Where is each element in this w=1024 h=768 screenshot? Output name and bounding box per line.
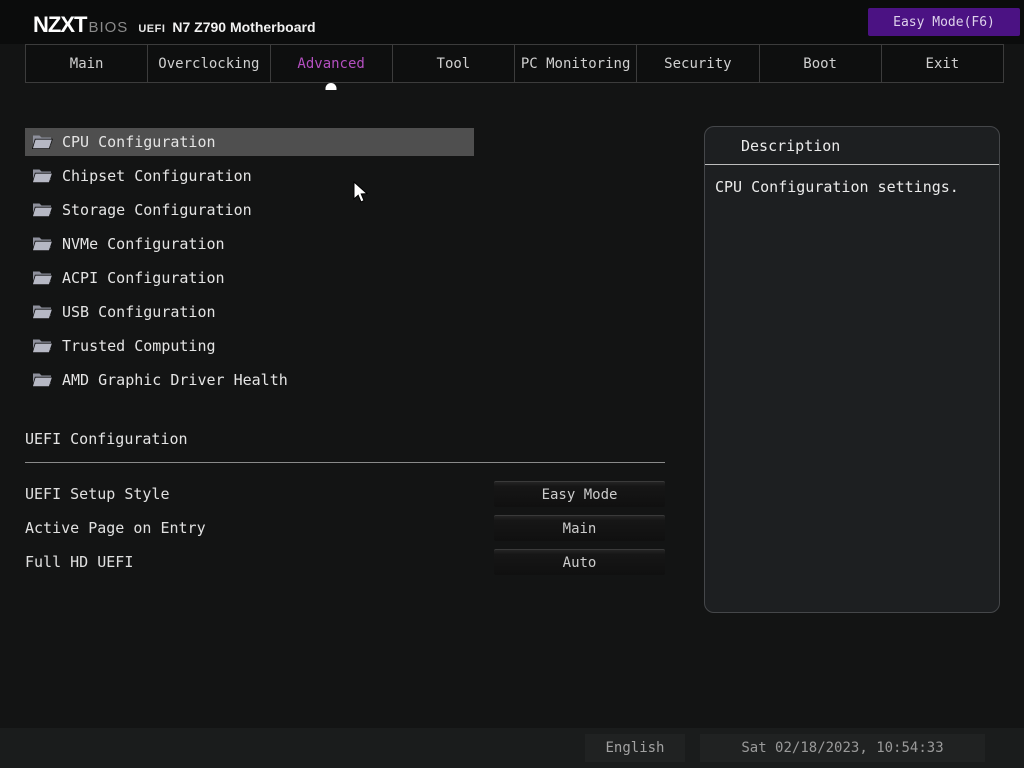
menu-item-label: NVMe Configuration: [62, 235, 225, 253]
menu-item-storage-configuration[interactable]: Storage Configuration: [25, 196, 474, 224]
menu-item-label: CPU Configuration: [62, 133, 216, 151]
menu-item-label: Storage Configuration: [62, 201, 252, 219]
menu-item-label: ACPI Configuration: [62, 269, 225, 287]
menu-item-nvme-configuration[interactable]: NVMe Configuration: [25, 230, 474, 258]
menu-item-cpu-configuration[interactable]: CPU Configuration: [25, 128, 474, 156]
language-selector[interactable]: English: [585, 734, 685, 762]
tab-security[interactable]: Security: [637, 45, 759, 82]
advanced-menu-list: CPU Configuration Chipset Configuration …: [25, 128, 474, 400]
footer-bar: English Sat 02/18/2023, 10:54:33: [0, 728, 1024, 768]
uefi-setup-style-value-button[interactable]: Easy Mode: [494, 481, 665, 507]
board-name: N7 Z790 Motherboard: [172, 19, 315, 35]
setting-label: Active Page on Entry: [25, 515, 206, 541]
folder-icon: [32, 134, 53, 150]
active-page-on-entry-value-button[interactable]: Main: [494, 515, 665, 541]
description-panel-title: Description: [705, 127, 999, 165]
tab-pc-monitoring[interactable]: PC Monitoring: [515, 45, 637, 82]
tab-tool[interactable]: Tool: [393, 45, 515, 82]
menu-item-label: Trusted Computing: [62, 337, 216, 355]
menu-item-amd-graphic-driver-health[interactable]: AMD Graphic Driver Health: [25, 366, 474, 394]
description-panel: Description CPU Configuration settings.: [704, 126, 1000, 613]
tab-overclocking[interactable]: Overclocking: [148, 45, 270, 82]
tab-boot[interactable]: Boot: [760, 45, 882, 82]
top-header: NZXT BIOS UEFI N7 Z790 Motherboard Easy …: [0, 0, 1024, 44]
tab-advanced-label: Advanced: [297, 56, 364, 72]
folder-icon: [32, 236, 53, 252]
tab-advanced[interactable]: Advanced: [271, 45, 393, 82]
menu-item-acpi-configuration[interactable]: ACPI Configuration: [25, 264, 474, 292]
folder-icon: [32, 304, 53, 320]
datetime-display: Sat 02/18/2023, 10:54:33: [700, 734, 985, 762]
menu-item-label: USB Configuration: [62, 303, 216, 321]
full-hd-uefi-value-button[interactable]: Auto: [494, 549, 665, 575]
tab-bar: Main Overclocking Advanced Tool PC Monit…: [25, 44, 1004, 83]
folder-icon: [32, 202, 53, 218]
folder-icon: [32, 270, 53, 286]
folder-icon: [32, 168, 53, 184]
setting-label: UEFI Setup Style: [25, 481, 170, 507]
setting-label: Full HD UEFI: [25, 549, 133, 575]
uefi-configuration-section-title: UEFI Configuration: [25, 430, 188, 448]
section-divider: [25, 462, 665, 463]
tab-exit[interactable]: Exit: [882, 45, 1003, 82]
menu-item-label: Chipset Configuration: [62, 167, 252, 185]
description-text: CPU Configuration settings.: [705, 165, 999, 209]
setting-row-full-hd-uefi: Full HD UEFI Auto: [25, 549, 665, 575]
brand: NZXT BIOS UEFI N7 Z790 Motherboard: [33, 12, 316, 38]
setting-row-active-page-on-entry: Active Page on Entry Main: [25, 515, 665, 541]
menu-item-trusted-computing[interactable]: Trusted Computing: [25, 332, 474, 360]
nzxt-logo: NZXT: [33, 12, 86, 38]
uefi-label: UEFI: [138, 23, 165, 35]
folder-icon: [32, 338, 53, 354]
easy-mode-button[interactable]: Easy Mode(F6): [868, 8, 1020, 36]
folder-icon: [32, 372, 53, 388]
setting-row-uefi-setup-style: UEFI Setup Style Easy Mode: [25, 481, 665, 507]
tab-main[interactable]: Main: [26, 45, 148, 82]
active-tab-indicator-dot: [326, 83, 337, 90]
menu-item-chipset-configuration[interactable]: Chipset Configuration: [25, 162, 474, 190]
menu-item-label: AMD Graphic Driver Health: [62, 371, 288, 389]
menu-item-usb-configuration[interactable]: USB Configuration: [25, 298, 474, 326]
bios-label: BIOS: [88, 19, 128, 36]
